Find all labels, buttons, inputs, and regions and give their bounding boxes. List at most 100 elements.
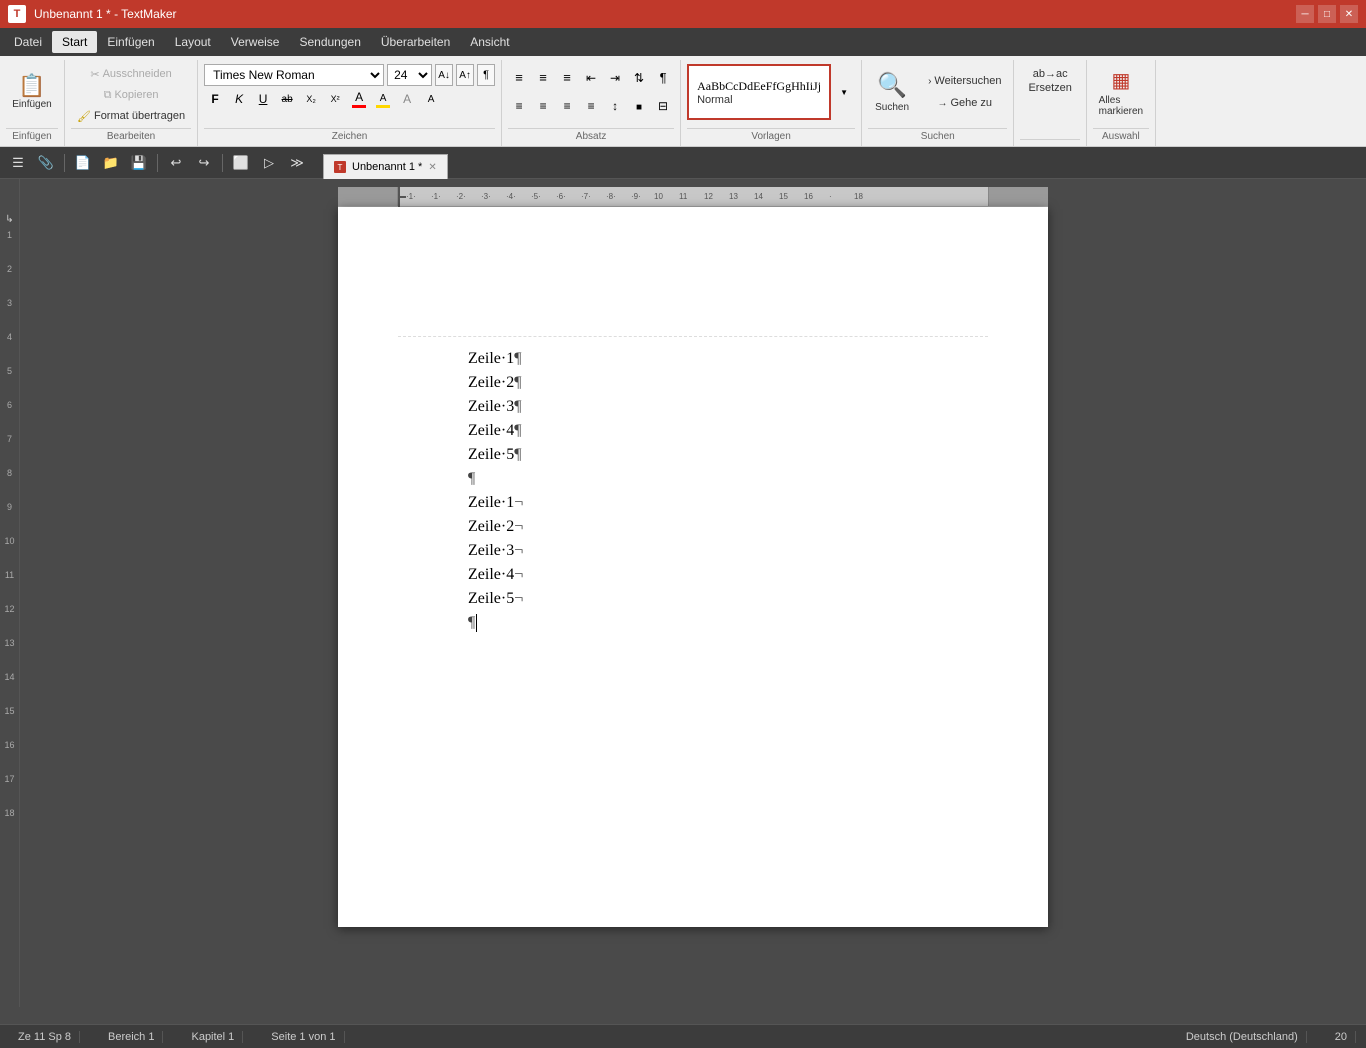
ruler-v-9: 9 [0, 501, 19, 535]
font-name-select[interactable]: Times New Roman Arial Helvetica [204, 64, 384, 86]
toolbar-open-button[interactable]: 📁 [99, 151, 123, 175]
doc-line-3: Zeile·3¶ [468, 395, 918, 419]
status-zoom: 20 [1327, 1031, 1356, 1043]
font-color-button[interactable]: A [348, 88, 370, 110]
menu-sendungen[interactable]: Sendungen [289, 31, 370, 53]
ordered-list-button[interactable]: ≡ [532, 67, 554, 89]
ruler-v-3: 3 [0, 297, 19, 331]
ruler-v-17: 17 [0, 773, 19, 807]
styles-preview[interactable]: AaBbCcDdEeFfGgHhIiJj Normal [687, 64, 831, 120]
subscript-button[interactable]: X₂ [300, 88, 322, 110]
menu-ueberarbeiten[interactable]: Überarbeiten [371, 31, 460, 53]
zeichen-group-label: Zeichen [204, 128, 495, 144]
ribbon-group-zeichen: Times New Roman Arial Helvetica 24 10 12… [198, 60, 502, 146]
toolbar-arrows-button[interactable]: ≫ [285, 151, 309, 175]
menu-datei[interactable]: Datei [4, 31, 52, 53]
ribbon: 📋 Einfügen Einfügen ✂ Ausschneiden ⧉ Kop… [0, 56, 1366, 147]
app-icon: T [8, 5, 26, 23]
close-button[interactable]: ✕ [1340, 5, 1358, 23]
ersetzen-label: Ersetzen [1028, 82, 1071, 94]
ruler-v-13: 13 [0, 637, 19, 671]
ruler-v-8: 8 [0, 467, 19, 501]
toolbar-redo-button[interactable]: ↪ [192, 151, 216, 175]
einfuegen-button[interactable]: 📋 Einfügen [6, 64, 58, 120]
status-chapter: Kapitel 1 [183, 1031, 243, 1043]
menu-ansicht[interactable]: Ansicht [460, 31, 519, 53]
menu-bar: Datei Start Einfügen Layout Verweise Sen… [0, 28, 1366, 56]
toolbar-save-button[interactable]: 💾 [127, 151, 151, 175]
ersetzen-button[interactable]: ab→ac Ersetzen [1020, 64, 1079, 98]
italic-button[interactable]: K [228, 88, 250, 110]
toolbar-play-button[interactable]: ▷ [257, 151, 281, 175]
weitersuchen-button[interactable]: › Weitersuchen [922, 71, 1007, 91]
toolbar-cursor-button[interactable]: ⬜ [229, 151, 253, 175]
ruler-v-18: 18 [0, 807, 19, 841]
shading-button[interactable]: ■ [628, 95, 650, 117]
menu-einfuegen[interactable]: Einfügen [97, 31, 164, 53]
paste-icon: 📋 [18, 75, 45, 97]
ruler-v-10: 10 [0, 535, 19, 569]
list-style-button[interactable]: ≡ [556, 67, 578, 89]
caps-button[interactable]: A [420, 88, 442, 110]
underline-button[interactable]: U [252, 88, 274, 110]
ruler-v-14: 14 [0, 671, 19, 705]
ruler-v-15: 15 [0, 705, 19, 739]
align-right-button[interactable]: ≡ [556, 95, 578, 117]
alles-markieren-button[interactable]: ▦ Allesmarkieren [1093, 64, 1149, 120]
status-pages: Seite 1 von 1 [263, 1031, 344, 1043]
font-size-increase-button[interactable]: A↑ [456, 64, 474, 86]
toolbar-new-button[interactable]: 📄 [71, 151, 95, 175]
align-justify-button[interactable]: ≡ [580, 95, 602, 117]
decrease-indent-button[interactable]: ⇤ [580, 67, 602, 89]
ruler-v-5: 5 [0, 365, 19, 399]
doc-line-5: Zeile·5¶ [468, 443, 918, 467]
doc-line-4: Zeile·4¶ [468, 419, 918, 443]
align-center-button[interactable]: ≡ [532, 95, 554, 117]
superscript-button[interactable]: X² [324, 88, 346, 110]
title-bar: T Unbenannt 1 * - TextMaker ─ □ ✕ [0, 0, 1366, 28]
ausschneiden-button[interactable]: ✂ Ausschneiden [71, 64, 191, 84]
window-controls: ─ □ ✕ [1296, 5, 1358, 23]
menu-verweise[interactable]: Verweise [221, 31, 290, 53]
toolbar: ☰ 📎 📄 📁 💾 ↩ ↪ ⬜ ▷ ≫ T Unbenannt 1 * ✕ [0, 147, 1366, 179]
document-page[interactable]: Zeile·1¶ Zeile·2¶ Zeile·3¶ Zeile·4¶ Zeil… [338, 207, 1048, 927]
content-area[interactable]: ·1· ·1· ·2· ·3· ·4· ·5· ·6· ·7· ·8· ·9· … [20, 179, 1366, 1007]
align-left-button[interactable]: ≡ [508, 95, 530, 117]
suchen-button[interactable]: 🔍 Suchen [868, 64, 916, 120]
toolbar-attach-button[interactable]: 📎 [34, 151, 58, 175]
font-size-select[interactable]: 24 10 12 14 16 18 20 28 [387, 64, 432, 86]
unordered-list-button[interactable]: ≡ [508, 67, 530, 89]
ruler-mark-v-arrow: ↳ [0, 209, 19, 229]
bold-button[interactable]: F [204, 88, 226, 110]
maximize-button[interactable]: □ [1318, 5, 1336, 23]
highlight-button[interactable]: A [372, 88, 394, 110]
tab-close-button[interactable]: ✕ [428, 162, 436, 173]
vorlagen-group-label: Vorlagen [687, 128, 855, 144]
kopieren-button[interactable]: ⧉ Kopieren [71, 85, 191, 105]
menu-layout[interactable]: Layout [165, 31, 221, 53]
toolbar-menu-button[interactable]: ☰ [6, 151, 30, 175]
ribbon-group-auswahl: ▦ Allesmarkieren Auswahl [1087, 60, 1156, 146]
pilcrow-toggle-button[interactable]: ¶ [477, 64, 495, 86]
doc-line-6: ¶ [468, 467, 918, 491]
strikethrough-button[interactable]: ab [276, 88, 298, 110]
styles-more-button[interactable]: ▼ [833, 81, 855, 103]
sort-button[interactable]: ⇅ [628, 67, 650, 89]
ruler-v-16: 16 [0, 739, 19, 773]
ribbon-group-vorlagen: AaBbCcDdEeFfGgHhIiJj Normal ▼ Vorlagen [681, 60, 862, 146]
gehe-zu-button[interactable]: → Gehe zu [922, 93, 1007, 113]
menu-start[interactable]: Start [52, 31, 97, 53]
toolbar-undo-button[interactable]: ↩ [164, 151, 188, 175]
kopieren-label: Kopieren [114, 89, 158, 101]
line-spacing-button[interactable]: ↕ [604, 95, 626, 117]
status-position: Ze 11 Sp 8 [10, 1031, 80, 1043]
increase-indent-button[interactable]: ⇥ [604, 67, 626, 89]
gehe-zu-label: Gehe zu [950, 97, 992, 109]
border-button[interactable]: ⊟ [652, 95, 674, 117]
font-effect-button[interactable]: A [396, 88, 418, 110]
top-ruler: ·1· ·1· ·2· ·3· ·4· ·5· ·6· ·7· ·8· ·9· … [338, 187, 1048, 207]
font-size-decrease-button[interactable]: A↓ [435, 64, 453, 86]
format-uebertragen-button[interactable]: 🖌 Format übertragen [71, 106, 191, 126]
minimize-button[interactable]: ─ [1296, 5, 1314, 23]
show-formatting-button[interactable]: ¶ [652, 67, 674, 89]
